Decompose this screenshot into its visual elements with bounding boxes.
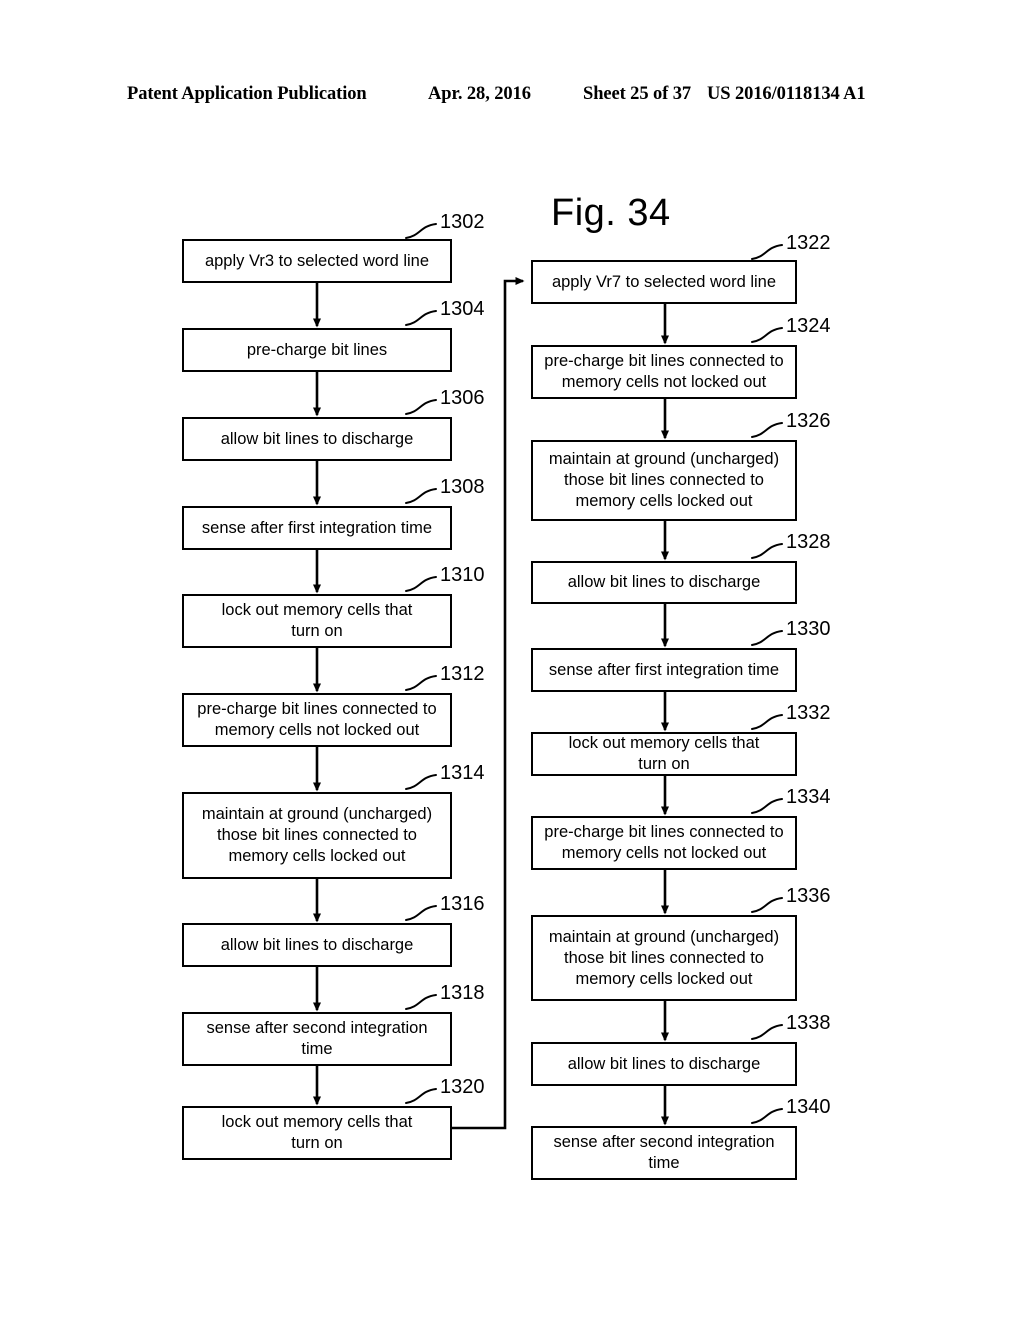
reference-numeral-1330: 1330 (786, 618, 831, 640)
process-node-1304[interactable]: pre-charge bit lines (182, 328, 452, 372)
process-node-1320[interactable]: lock out memory cells that turn on (182, 1106, 452, 1160)
process-node-1330[interactable]: sense after first integration time (531, 648, 797, 692)
reference-numeral-1302: 1302 (440, 211, 485, 233)
node-label: sense after first integration time (548, 660, 780, 679)
node-label: pre-charge bit lines (246, 340, 388, 359)
reference-numeral-1310: 1310 (440, 564, 485, 586)
reference-numeral-1320: 1320 (440, 1076, 485, 1098)
process-node-1322[interactable]: apply Vr7 to selected word line (531, 260, 797, 304)
node-label: sense after second integration time (206, 1019, 428, 1058)
process-node-1326[interactable]: maintain at ground (uncharged) those bit… (531, 440, 797, 521)
process-node-1316[interactable]: allow bit lines to discharge (182, 923, 452, 967)
reference-numeral-1340: 1340 (786, 1096, 831, 1118)
process-node-1318[interactable]: sense after second integration time (182, 1012, 452, 1066)
process-node-1340[interactable]: sense after second integration time (531, 1126, 797, 1180)
node-label: allow bit lines to discharge (567, 573, 761, 591)
reference-numeral-1308: 1308 (440, 476, 485, 498)
process-node-1314[interactable]: maintain at ground (uncharged) those bit… (182, 792, 452, 879)
node-label: sense after second integration time (553, 1133, 775, 1172)
node-label: pre-charge bit lines connected to memory… (544, 352, 784, 391)
node-label: apply Vr3 to selected word line (204, 251, 430, 270)
reference-numeral-1326: 1326 (786, 410, 831, 432)
node-label: lock out memory cells that turn on (221, 601, 413, 640)
reference-numeral-1312: 1312 (440, 663, 485, 685)
process-node-1334[interactable]: pre-charge bit lines connected to memory… (531, 816, 797, 870)
reference-numeral-1322: 1322 (786, 232, 831, 254)
reference-numeral-1338: 1338 (786, 1012, 831, 1034)
process-node-1328[interactable]: allow bit lines to discharge (531, 561, 797, 604)
reference-numeral-1316: 1316 (440, 893, 485, 915)
node-label: sense after first integration time (201, 518, 433, 537)
process-node-1338[interactable]: allow bit lines to discharge (531, 1042, 797, 1086)
node-label: apply Vr7 to selected word line (551, 272, 777, 291)
process-node-1302[interactable]: apply Vr3 to selected word line (182, 239, 452, 283)
node-label: lock out memory cells that turn on (221, 1113, 413, 1152)
reference-numeral-1334: 1334 (786, 786, 831, 808)
process-node-1310[interactable]: lock out memory cells that turn on (182, 594, 452, 648)
node-label: maintain at ground (uncharged) those bit… (201, 805, 433, 865)
reference-numeral-1318: 1318 (440, 982, 485, 1004)
flowchart-diagram: apply Vr3 to selected word line 1302 pre… (0, 0, 1024, 1320)
reference-numeral-1336: 1336 (786, 885, 831, 907)
reference-numeral-1328: 1328 (786, 531, 831, 553)
node-label: allow bit lines to discharge (220, 429, 414, 448)
reference-numeral-1304: 1304 (440, 298, 485, 320)
node-label: maintain at ground (uncharged) those bit… (548, 927, 780, 988)
node-label: allow bit lines to discharge (220, 935, 414, 954)
reference-numeral-1324: 1324 (786, 315, 831, 337)
node-label: pre-charge bit lines connected to memory… (197, 700, 437, 739)
node-label: allow bit lines to discharge (567, 1054, 761, 1073)
reference-numeral-1332: 1332 (786, 702, 831, 724)
process-node-1332[interactable]: lock out memory cells that turn on (531, 732, 797, 776)
process-node-1306[interactable]: allow bit lines to discharge (182, 417, 452, 461)
connector-layer (313, 223, 783, 1130)
reference-numeral-1314: 1314 (440, 762, 485, 784)
node-label: lock out memory cells that turn on (568, 734, 760, 773)
process-node-1336[interactable]: maintain at ground (uncharged) those bit… (531, 915, 797, 1001)
reference-numeral-1306: 1306 (440, 387, 485, 409)
process-node-1324[interactable]: pre-charge bit lines connected to memory… (531, 345, 797, 399)
process-node-1312[interactable]: pre-charge bit lines connected to memory… (182, 693, 452, 747)
process-node-1308[interactable]: sense after first integration time (182, 506, 452, 550)
node-label: maintain at ground (uncharged) those bit… (548, 450, 780, 510)
node-label: pre-charge bit lines connected to memory… (544, 823, 784, 862)
